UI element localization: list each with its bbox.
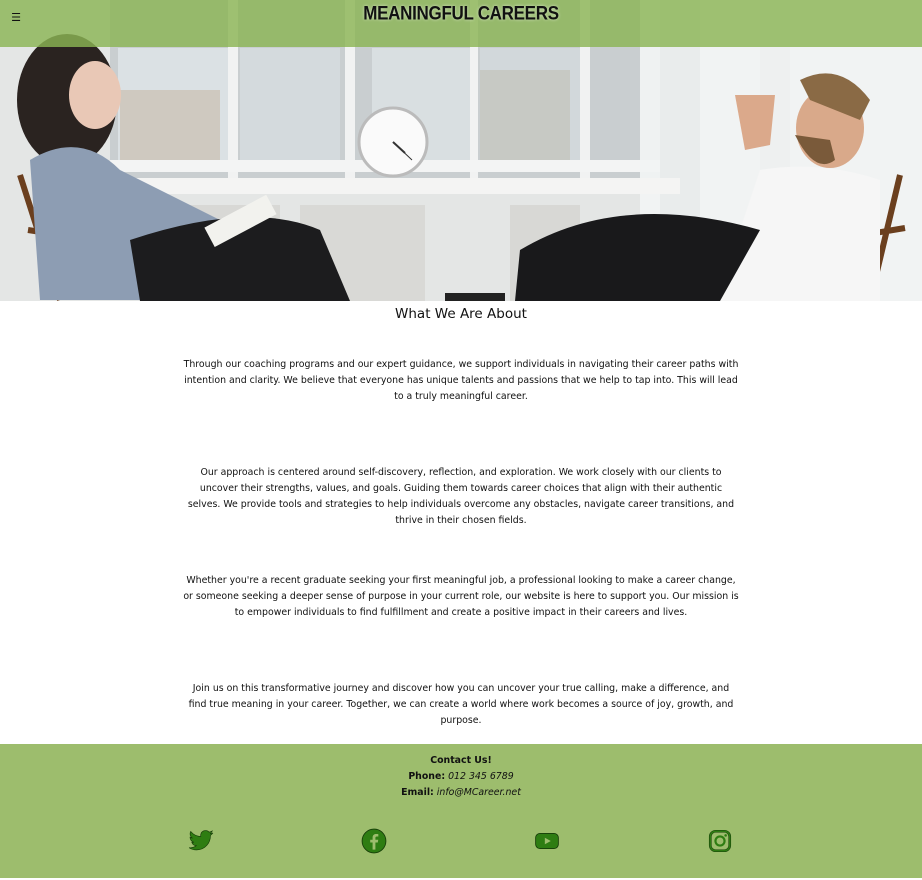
footer: Contact Us! Phone: 012 345 6789 Email: i…: [0, 744, 922, 880]
contact-heading-text: Contact Us!: [430, 755, 492, 766]
youtube-icon[interactable]: [534, 828, 560, 854]
phone-label: Phone:: [408, 771, 446, 782]
about-heading: What We Are About: [395, 306, 527, 322]
about-paragraph: Through our coaching programs and our ex…: [183, 359, 739, 402]
facebook-icon[interactable]: [361, 828, 387, 854]
instagram-icon[interactable]: [707, 828, 733, 854]
contact-email: Email: info@MCareer.net: [0, 787, 922, 798]
site-title[interactable]: MEANINGFUL CAREERS: [0, 3, 922, 25]
about-paragraph: Our approach is centered around self-dis…: [187, 467, 735, 526]
email-label: Email:: [401, 787, 434, 798]
about-paragraph: Join us on this transformative journey a…: [188, 683, 734, 726]
twitter-icon[interactable]: [188, 828, 214, 854]
contact-heading: Contact Us!: [0, 755, 922, 766]
about-paragraph: Whether you're a recent graduate seeking…: [183, 575, 739, 618]
email-value[interactable]: info@MCareer.net: [437, 787, 521, 798]
phone-value[interactable]: 012 345 6789: [448, 771, 514, 782]
contact-phone: Phone: 012 345 6789: [0, 771, 922, 782]
header-bar: ☰ MEANINGFUL CAREERS: [0, 0, 922, 47]
